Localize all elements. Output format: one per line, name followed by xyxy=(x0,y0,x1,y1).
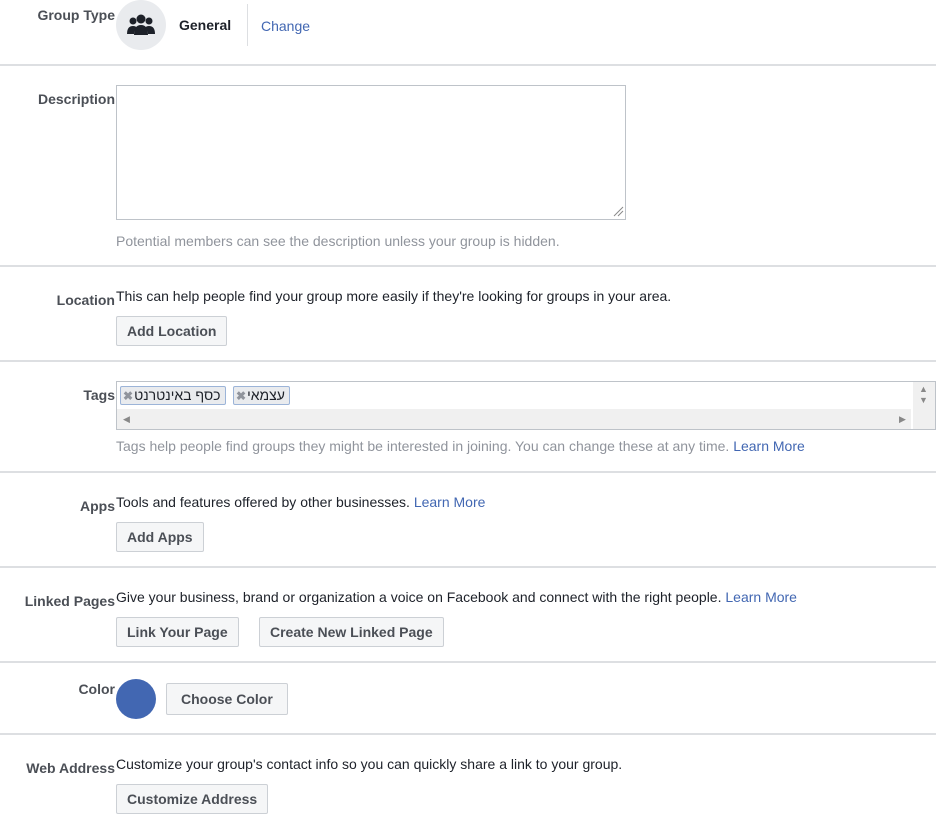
divider xyxy=(0,566,936,568)
scroll-down-icon[interactable]: ▼ xyxy=(919,396,928,405)
divider xyxy=(0,265,936,267)
horizontal-scrollbar[interactable]: ◀ ▶ xyxy=(117,409,911,429)
group-icon xyxy=(116,0,166,50)
divider xyxy=(0,64,936,66)
group-type-divider xyxy=(247,4,248,46)
linked-pages-learn-more-link[interactable]: Learn More xyxy=(725,589,797,605)
apps-text: Tools and features offered by other busi… xyxy=(116,494,410,510)
description-textarea[interactable] xyxy=(116,85,626,220)
tag-token[interactable]: ✖כסף באינטרנט xyxy=(120,386,226,405)
linked-pages-label: Linked Pages xyxy=(24,593,115,609)
tag-token-label: כסף באינטרנט xyxy=(134,387,221,403)
description-hint: Potential members can see the descriptio… xyxy=(116,233,560,249)
group-type-value: General xyxy=(179,17,232,33)
tag-token[interactable]: ✖עצמאי xyxy=(233,386,290,405)
apps-label: Apps xyxy=(80,498,115,514)
apps-description: Tools and features offered by other busi… xyxy=(116,494,485,510)
group-type-label: Group Type xyxy=(37,7,115,23)
divider xyxy=(0,733,936,735)
divider xyxy=(0,360,936,362)
tag-token-label: עצמאי xyxy=(247,387,285,403)
web-address-label: Web Address xyxy=(26,760,115,776)
linked-pages-text: Give your business, brand or organizatio… xyxy=(116,589,722,605)
tags-hint-text: Tags help people find groups they might … xyxy=(116,438,730,454)
tags-learn-more-link[interactable]: Learn More xyxy=(733,438,805,454)
create-linked-page-button[interactable]: Create New Linked Page xyxy=(259,617,444,647)
resize-grip-icon[interactable] xyxy=(613,206,624,217)
add-apps-button[interactable]: Add Apps xyxy=(116,522,204,552)
tags-input[interactable]: ✖עצמאי ✖כסף באינטרנט ◀ ▶ ▲ ▼ xyxy=(116,381,936,430)
web-address-text: Customize your group's contact info so y… xyxy=(116,756,623,772)
scroll-right-icon[interactable]: ▶ xyxy=(899,415,906,424)
color-swatch[interactable] xyxy=(116,679,156,719)
scroll-up-icon[interactable]: ▲ xyxy=(919,385,928,394)
color-label: Color xyxy=(78,681,115,697)
location-label: Location xyxy=(56,292,115,308)
link-your-page-button[interactable]: Link Your Page xyxy=(116,617,239,647)
tags-hint: Tags help people find groups they might … xyxy=(116,438,805,454)
vertical-scrollbar[interactable]: ▲ ▼ xyxy=(913,382,935,429)
add-location-button[interactable]: Add Location xyxy=(116,316,228,346)
location-text: This can help people find your group mor… xyxy=(116,288,672,304)
tags-label: Tags xyxy=(83,387,115,403)
remove-tag-icon[interactable]: ✖ xyxy=(123,389,133,403)
apps-learn-more-link[interactable]: Learn More xyxy=(414,494,486,510)
linked-pages-description: Give your business, brand or organizatio… xyxy=(116,589,797,605)
scroll-left-icon[interactable]: ◀ xyxy=(123,415,130,424)
choose-color-button[interactable]: Choose Color xyxy=(166,683,288,715)
description-label: Description xyxy=(37,91,115,107)
divider xyxy=(0,661,936,663)
divider xyxy=(0,471,936,473)
change-group-type-link[interactable]: Change xyxy=(261,18,310,34)
remove-tag-icon[interactable]: ✖ xyxy=(236,389,246,403)
